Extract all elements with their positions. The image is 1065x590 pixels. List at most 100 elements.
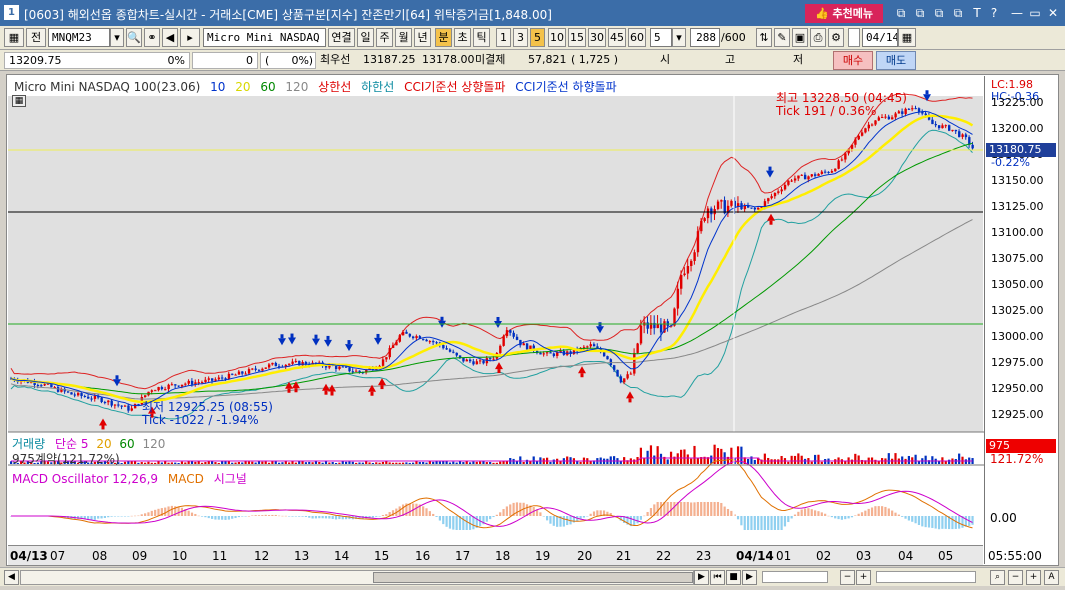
candle-body: [770, 196, 773, 199]
macd-histogram-bar: [659, 502, 663, 516]
candle-body: [907, 108, 911, 110]
volume-ma-label: 단순 5: [54, 437, 89, 451]
candle-body: [837, 160, 840, 169]
volume-bar: [378, 462, 381, 464]
macd-histogram-bar: [703, 502, 706, 516]
volume-bar: [144, 462, 147, 464]
cci-up-arrow-stem: [380, 385, 384, 390]
time-tick-label: 05: [938, 549, 954, 563]
candle-body: [824, 171, 827, 173]
candle-body: [602, 352, 606, 357]
zoom-icon[interactable]: ⌕: [990, 570, 1005, 585]
candle-body: [217, 377, 221, 380]
candle-body: [187, 380, 190, 384]
candle-body: [954, 129, 958, 132]
cci-up-arrow-stem: [628, 398, 632, 403]
macd-histogram-bar: [157, 508, 160, 516]
candle-body: [777, 191, 780, 193]
scroll-thumb[interactable]: [373, 572, 693, 583]
candle-body: [234, 374, 237, 376]
volume-bar: [770, 459, 773, 464]
macd-histogram-bar: [549, 516, 552, 524]
cci-down-arrow-stem: [376, 333, 380, 338]
volume-bar: [127, 461, 130, 464]
candle-body: [130, 408, 133, 411]
price-tick-label: 13200.00: [991, 122, 1044, 135]
zoom-slider[interactable]: [876, 571, 976, 583]
volume-bar: [304, 462, 307, 464]
candle-body: [264, 367, 267, 369]
macd-histogram-bar: [921, 516, 924, 527]
macd-histogram-bar: [743, 516, 746, 530]
time-tick-label: 02: [816, 549, 832, 563]
macd-histogram-bar: [881, 506, 884, 516]
time-tick-label: 03: [856, 549, 872, 563]
macd-histogram-bar: [495, 514, 498, 516]
candle-body: [110, 400, 113, 406]
price-tick-label: 13100.00: [991, 226, 1044, 239]
volume-bar: [834, 459, 837, 464]
candle-body: [107, 400, 110, 403]
candle-body: [931, 119, 934, 125]
volume-bar: [160, 462, 163, 464]
volume-bar: [298, 461, 301, 464]
macd-legend: MACD Oscillator 12,26,9 MACD 시그널: [12, 470, 247, 487]
speed-slider[interactable]: [762, 571, 828, 583]
macd-histogram-bar: [110, 516, 113, 517]
scroll-track[interactable]: [20, 570, 694, 585]
scroll-right-icon[interactable]: ▶: [694, 570, 709, 585]
candle-body: [154, 390, 157, 392]
minus-icon[interactable]: −: [1008, 570, 1023, 585]
macd-histogram-bar: [324, 516, 328, 519]
candle-body: [452, 351, 455, 353]
candle-body: [338, 366, 341, 370]
candle-body: [388, 347, 391, 358]
candle-body: [381, 359, 385, 366]
chart-canvas: [8, 90, 1058, 545]
cci-down-arrow-stem: [768, 166, 772, 171]
macd-histogram-bar: [438, 516, 441, 521]
volume-bar: [435, 461, 438, 464]
macd-histogram-bar: [428, 511, 431, 516]
macd-histogram-bar: [904, 516, 907, 519]
plus-icon[interactable]: +: [1026, 570, 1041, 585]
candle-body: [613, 365, 616, 370]
volume-bar: [428, 461, 431, 464]
volume-bar: [613, 456, 616, 464]
zoom-out-range-icon[interactable]: −: [840, 570, 855, 585]
candle-body: [854, 139, 857, 145]
macd-histogram-bar: [700, 502, 703, 516]
macd-histogram-bar: [123, 516, 127, 517]
volume-bar: [180, 461, 184, 464]
candle-body: [626, 374, 629, 379]
stop-icon[interactable]: ■: [726, 570, 741, 585]
high-annotation: 최고 13228.50 (04:45) Tick 191 / 0.36%: [776, 92, 907, 118]
macd-histogram-bar: [917, 516, 921, 526]
macd-histogram-bar: [331, 516, 334, 520]
scroll-left-icon[interactable]: ◀: [4, 570, 19, 585]
candle-body: [351, 371, 355, 373]
rewind-icon[interactable]: ⏮: [710, 570, 725, 585]
time-tick-label: 17: [455, 549, 471, 563]
candle-body: [167, 384, 170, 390]
candle-body: [231, 373, 234, 375]
candle-body: [80, 393, 83, 397]
volume-bar: [958, 453, 961, 464]
play-icon[interactable]: ▶: [742, 570, 757, 585]
price-tick-label: 13000.00: [991, 330, 1044, 343]
macd-histogram-bar: [234, 516, 237, 519]
zoom-in-range-icon[interactable]: +: [856, 570, 871, 585]
candle-body: [36, 385, 40, 387]
macd-histogram-bar: [589, 513, 592, 516]
macd-histogram-bar: [371, 516, 374, 518]
cci-down-arrow-stem: [314, 334, 318, 339]
macd-histogram-bar: [375, 516, 378, 517]
macd-histogram-bar: [190, 512, 194, 516]
font-a-icon[interactable]: A: [1044, 570, 1059, 585]
candle-body: [629, 373, 633, 375]
volume-bar: [566, 456, 569, 464]
volume-bar: [130, 461, 133, 464]
volume-bar: [217, 462, 220, 464]
volume-bar: [214, 462, 217, 464]
candle-body: [676, 288, 680, 309]
